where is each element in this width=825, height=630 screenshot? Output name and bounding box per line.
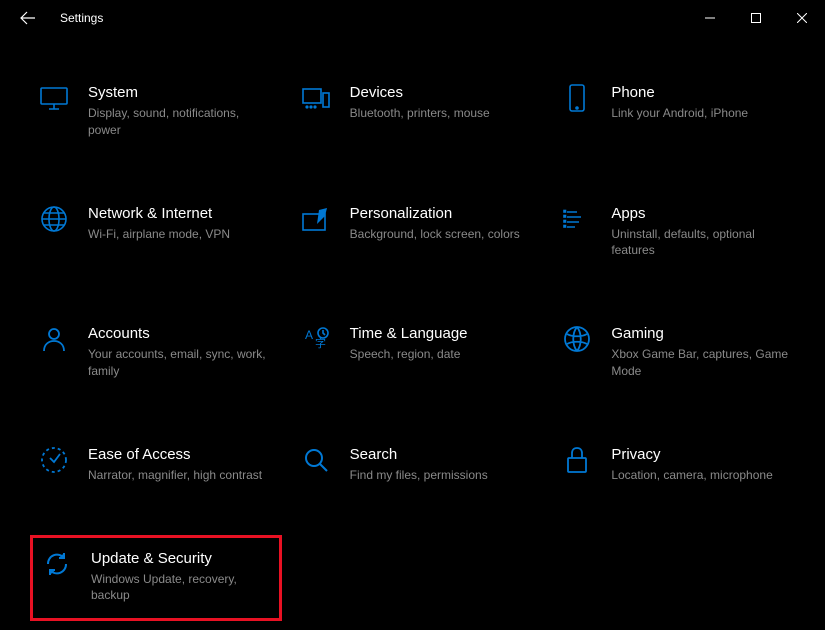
settings-item-system[interactable]: System Display, sound, notifications, po…: [30, 76, 282, 145]
item-title: Search: [350, 446, 536, 463]
gaming-icon: [561, 323, 593, 355]
maximize-icon: [751, 13, 761, 23]
settings-item-update-security[interactable]: Update & Security Windows Update, recove…: [30, 535, 282, 622]
apps-icon: [561, 203, 593, 235]
item-desc: Background, lock screen, colors: [350, 226, 530, 243]
settings-item-time-language[interactable]: A 字 Time & Language Speech, region, date: [292, 317, 544, 386]
item-title: Personalization: [350, 205, 536, 222]
settings-item-personalization[interactable]: Personalization Background, lock screen,…: [292, 197, 544, 266]
titlebar: Settings: [0, 0, 825, 36]
item-desc: Wi-Fi, airplane mode, VPN: [88, 226, 268, 243]
item-title: Accounts: [88, 325, 274, 342]
window-controls: [687, 2, 825, 34]
item-title: Update & Security: [91, 550, 271, 567]
settings-item-privacy[interactable]: Privacy Location, camera, microphone: [553, 438, 805, 490]
item-title: Gaming: [611, 325, 797, 342]
item-title: Privacy: [611, 446, 797, 463]
item-desc: Narrator, magnifier, high contrast: [88, 467, 268, 484]
item-desc: Speech, region, date: [350, 346, 530, 363]
item-desc: Windows Update, recovery, backup: [91, 571, 271, 605]
accounts-icon: [38, 323, 70, 355]
item-desc: Your accounts, email, sync, work, family: [88, 346, 268, 380]
devices-icon: [300, 82, 332, 114]
item-desc: Location, camera, microphone: [611, 467, 791, 484]
item-desc: Xbox Game Bar, captures, Game Mode: [611, 346, 791, 380]
settings-item-gaming[interactable]: Gaming Xbox Game Bar, captures, Game Mod…: [553, 317, 805, 386]
settings-item-ease-of-access[interactable]: Ease of Access Narrator, magnifier, high…: [30, 438, 282, 490]
settings-item-apps[interactable]: Apps Uninstall, defaults, optional featu…: [553, 197, 805, 266]
settings-grid: System Display, sound, notifications, po…: [0, 36, 825, 630]
settings-item-devices[interactable]: Devices Bluetooth, printers, mouse: [292, 76, 544, 145]
svg-text:A: A: [305, 328, 313, 342]
close-button[interactable]: [779, 2, 825, 34]
minimize-button[interactable]: [687, 2, 733, 34]
time-language-icon: A 字: [300, 323, 332, 355]
settings-item-network[interactable]: Network & Internet Wi-Fi, airplane mode,…: [30, 197, 282, 266]
close-icon: [797, 13, 807, 23]
ease-of-access-icon: [38, 444, 70, 476]
item-desc: Uninstall, defaults, optional features: [611, 226, 791, 260]
settings-item-search[interactable]: Search Find my files, permissions: [292, 438, 544, 490]
item-title: Time & Language: [350, 325, 536, 342]
settings-item-phone[interactable]: Phone Link your Android, iPhone: [553, 76, 805, 145]
personalization-icon: [300, 203, 332, 235]
item-title: Ease of Access: [88, 446, 274, 463]
item-title: System: [88, 84, 274, 101]
back-button[interactable]: [12, 2, 44, 34]
item-desc: Bluetooth, printers, mouse: [350, 105, 530, 122]
search-icon: [300, 444, 332, 476]
settings-item-accounts[interactable]: Accounts Your accounts, email, sync, wor…: [30, 317, 282, 386]
back-arrow-icon: [20, 10, 36, 26]
window-title: Settings: [60, 11, 103, 25]
item-desc: Link your Android, iPhone: [611, 105, 791, 122]
maximize-button[interactable]: [733, 2, 779, 34]
network-icon: [38, 203, 70, 235]
minimize-icon: [705, 13, 715, 23]
privacy-icon: [561, 444, 593, 476]
phone-icon: [561, 82, 593, 114]
system-icon: [38, 82, 70, 114]
item-desc: Find my files, permissions: [350, 467, 530, 484]
item-title: Apps: [611, 205, 797, 222]
item-desc: Display, sound, notifications, power: [88, 105, 268, 139]
update-icon: [41, 548, 73, 580]
item-title: Network & Internet: [88, 205, 274, 222]
item-title: Devices: [350, 84, 536, 101]
item-title: Phone: [611, 84, 797, 101]
